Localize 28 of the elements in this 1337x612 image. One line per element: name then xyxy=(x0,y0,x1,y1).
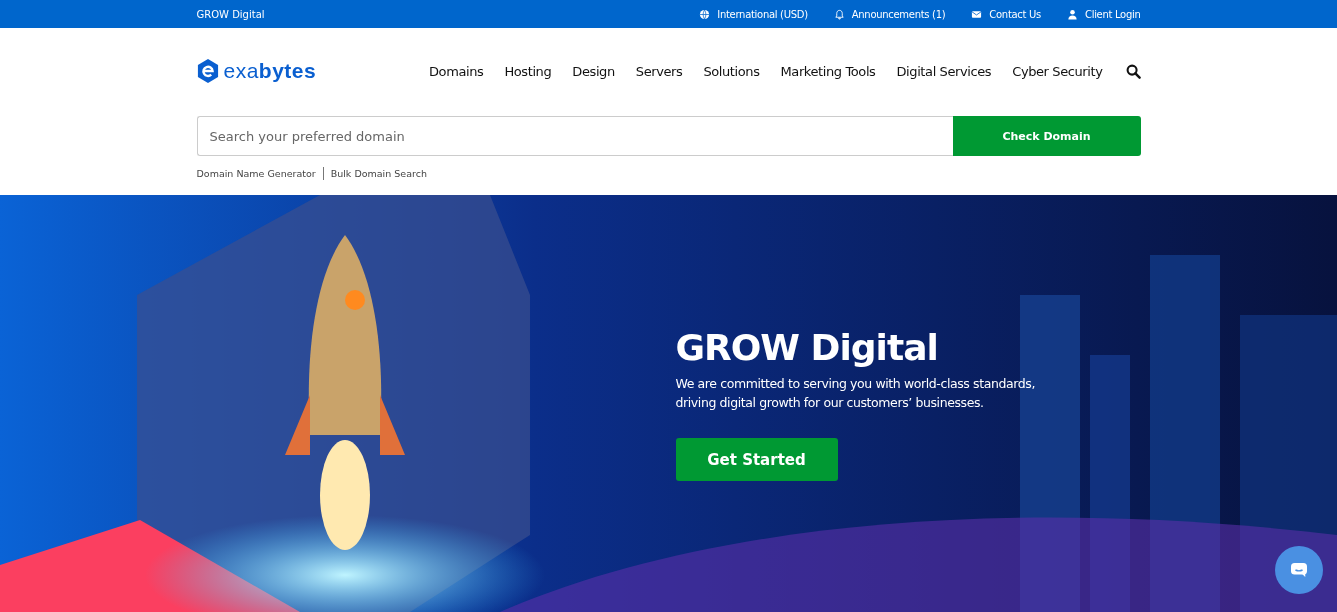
get-started-button[interactable]: Get Started xyxy=(675,438,838,482)
check-domain-button[interactable]: Check Domain xyxy=(952,116,1141,156)
top-link[interactable]: Contact Us xyxy=(971,8,1041,20)
top-link[interactable]: Announcements (1) xyxy=(833,8,946,20)
hexagon-logo-icon xyxy=(196,58,219,84)
nav-link[interactable]: Solutions xyxy=(703,63,760,79)
domain-search-field[interactable]: Search your preferred domain xyxy=(196,116,953,156)
globe-icon xyxy=(699,8,711,20)
nav-link[interactable]: Marketing Tools xyxy=(780,63,876,79)
nav-link[interactable]: Cyber Security xyxy=(1012,63,1103,79)
domain-tool-link[interactable]: Bulk Domain Search xyxy=(330,168,427,179)
nav-link[interactable]: Servers xyxy=(635,63,683,79)
logo-wordmark: exabytes xyxy=(223,59,317,83)
chat-icon xyxy=(1290,562,1308,578)
nav-link[interactable]: Hosting xyxy=(504,63,552,79)
user-icon xyxy=(1067,8,1078,20)
nav-link[interactable]: Domains xyxy=(428,63,484,79)
top-link[interactable]: Client Login xyxy=(1067,8,1141,20)
top-link[interactable]: International (USD) xyxy=(699,8,808,20)
hero-title: GROW Digital xyxy=(675,328,939,368)
hero-text: We are committed to serving you with world-class standards, driving digital growth for our customers’ businesses. xyxy=(675,374,1036,412)
nav-link[interactable]: Digital Services xyxy=(896,63,992,79)
bell-icon xyxy=(833,8,845,20)
domain-tool-link[interactable]: Domain Name Generator xyxy=(196,168,316,179)
mail-icon xyxy=(971,8,983,20)
site-name: GROW Digital xyxy=(196,8,265,20)
search-icon[interactable] xyxy=(1125,63,1141,79)
nav-link[interactable]: Design xyxy=(572,63,615,79)
